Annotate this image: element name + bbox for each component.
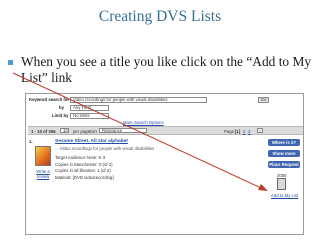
- pointer-arrow: [12, 72, 268, 191]
- arrow-head-icon: [258, 184, 268, 191]
- arrow-line: [12, 72, 262, 189]
